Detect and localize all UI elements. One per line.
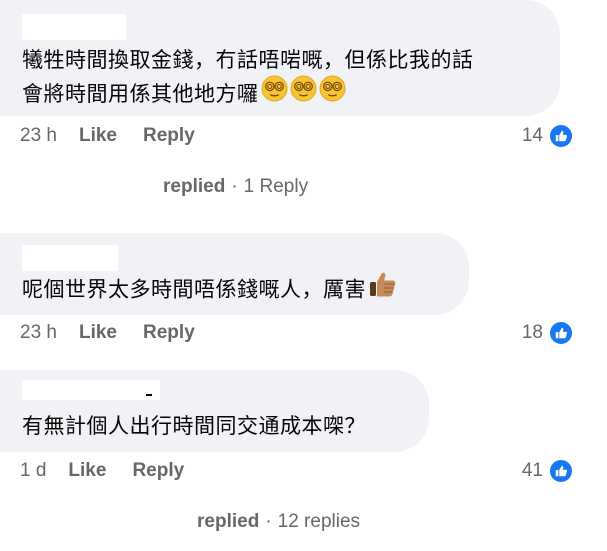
comment-timestamp[interactable]: 1 d <box>20 460 46 482</box>
replies-lead: replied <box>197 511 260 532</box>
comment-meta: 23 h Like Reply <box>20 318 221 348</box>
reaction-count: 18 <box>521 322 543 343</box>
reaction-summary[interactable]: 18 <box>522 318 574 348</box>
reply-button[interactable]: Reply <box>132 460 184 482</box>
comment-bubble: 呢個世界太多時間唔係錢嘅人，厲害 <box>0 233 469 315</box>
view-replies-link[interactable]: replied · 12 replies <box>197 508 360 536</box>
face-with-spiral-eyes-icon <box>290 75 317 112</box>
reaction-summary[interactable]: 14 <box>522 121 574 151</box>
like-button[interactable]: Like <box>79 125 117 147</box>
replies-lead: replied <box>163 176 226 197</box>
reaction-count: 14 <box>521 125 543 146</box>
thumbs-up-medium-skin-icon <box>368 270 398 308</box>
comment-text: 有無計個人出行時間同交通成本㗎？ <box>22 415 366 438</box>
thumbs-up-icon <box>548 320 574 346</box>
comment-text-line: 會將時間用係其他地方囉 <box>22 75 474 114</box>
comment-text: 犧牲時間換取金錢，冇話唔啱嘅，但係比我的話 會將時間用係其他地方囉 <box>22 44 474 114</box>
like-button[interactable]: Like <box>68 460 106 482</box>
redacted-author-name <box>22 245 118 271</box>
comment-text-fragment: 呢個世界太多時間唔係錢嘅人，厲害 <box>22 278 366 302</box>
redacted-author-name <box>22 14 126 40</box>
comment-text-fragment: 會將時間用係其他地方囉 <box>22 83 259 107</box>
reply-count: 12 replies <box>277 511 361 532</box>
reply-button[interactable]: Reply <box>143 125 195 147</box>
comment-text-line: 犧牲時間換取金錢，冇話唔啱嘅，但係比我的話 <box>22 49 474 72</box>
separator-dot: · <box>265 511 272 532</box>
reaction-count: 41 <box>521 460 543 481</box>
comment-bubble: 有無計個人出行時間同交通成本㗎？ <box>0 370 429 452</box>
comment-timestamp[interactable]: 23 h <box>20 125 57 147</box>
comment-bubble: 犧牲時間換取金錢，冇話唔啱嘅，但係比我的話 會將時間用係其他地方囉 <box>0 0 560 116</box>
author-name-fragment <box>146 394 152 396</box>
reply-button[interactable]: Reply <box>143 322 195 344</box>
comment-text: 呢個世界太多時間唔係錢嘅人，厲害 <box>22 272 398 310</box>
reaction-summary[interactable]: 41 <box>522 456 574 486</box>
view-replies-link[interactable]: replied · 1 Reply <box>163 173 308 201</box>
separator-dot: · <box>231 176 238 197</box>
redacted-author-name <box>22 380 160 400</box>
face-with-spiral-eyes-icon <box>319 75 346 112</box>
thumbs-up-icon <box>548 123 574 149</box>
face-with-spiral-eyes-icon <box>261 75 288 112</box>
thumbs-up-icon <box>548 458 574 484</box>
like-button[interactable]: Like <box>79 322 117 344</box>
comment-timestamp[interactable]: 23 h <box>20 322 57 344</box>
comment-meta: 23 h Like Reply <box>20 121 221 151</box>
reply-count: 1 Reply <box>243 176 309 197</box>
comment-meta: 1 d Like Reply <box>20 456 210 486</box>
